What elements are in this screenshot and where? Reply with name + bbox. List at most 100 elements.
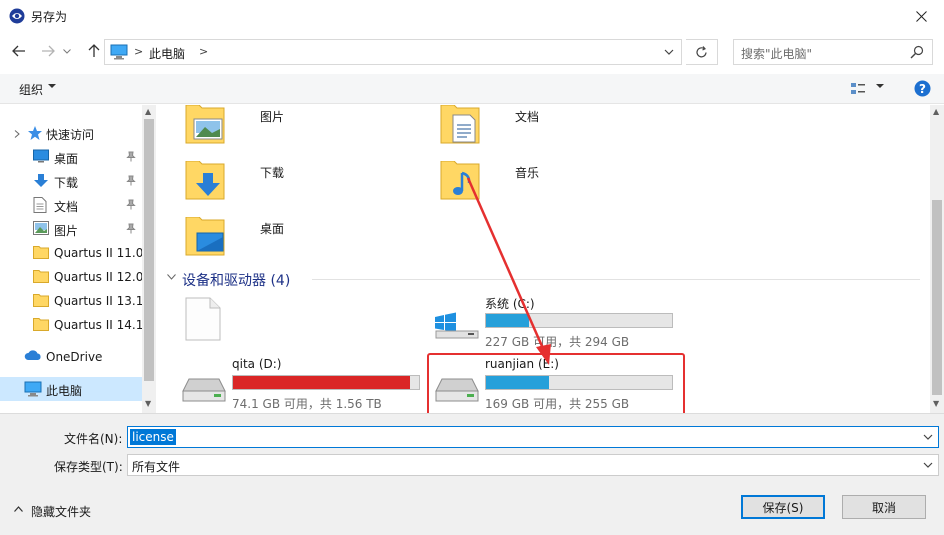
refresh-icon	[696, 45, 707, 57]
computer-icon	[110, 44, 128, 60]
arrow-right-icon	[42, 45, 55, 57]
close-icon	[915, 10, 927, 22]
folder-label: 下载	[260, 166, 285, 180]
filename-value[interactable]: license	[130, 429, 176, 445]
cancel-button[interactable]: 取消	[842, 495, 926, 519]
sidebar-item-label: 文档	[54, 200, 79, 214]
sidebar-item-quick-access[interactable]: 快速访问	[0, 121, 142, 145]
sidebar-item-documents[interactable]: 文档	[0, 193, 142, 217]
save-button[interactable]: 保存(S)	[741, 495, 825, 519]
chevron-right-icon[interactable]	[14, 130, 20, 138]
filetype-label: 保存类型(T):	[54, 460, 123, 474]
documents-folder-icon	[440, 105, 480, 144]
folder-item-pictures[interactable]: 图片	[185, 105, 425, 155]
back-button[interactable]	[9, 41, 29, 61]
window-title: 另存为	[31, 10, 68, 24]
pin-icon	[126, 175, 136, 186]
star-icon	[28, 126, 42, 140]
sidebar-item-label: 桌面	[54, 152, 79, 166]
caret-down-icon[interactable]	[48, 82, 56, 90]
drive-name: qita (D:)	[232, 357, 282, 371]
sidebar-item-label: 此电脑	[46, 384, 83, 398]
organize-menu-button[interactable]: 组织	[19, 81, 43, 98]
hide-folders-label: 隐藏文件夹	[31, 505, 92, 519]
chevron-down-icon[interactable]	[167, 274, 176, 280]
sidebar-scrollbar[interactable]: ▲ ▼	[142, 105, 156, 413]
scroll-up-icon[interactable]: ▲	[933, 107, 939, 116]
section-divider	[312, 279, 920, 280]
sidebar-item-quartus-13[interactable]: Quartus II 13.1	[0, 289, 143, 313]
drive-item-unnamed[interactable]	[185, 297, 245, 343]
scroll-up-icon[interactable]: ▲	[145, 107, 151, 116]
sidebar-item-label: OneDrive	[46, 350, 103, 364]
drive-usage-bar	[485, 313, 673, 328]
drive-usage-fill	[486, 314, 529, 327]
sidebar-item-quartus-12[interactable]: Quartus II 12.0	[0, 265, 143, 289]
music-folder-icon	[440, 161, 480, 200]
sidebar-item-onedrive[interactable]: OneDrive	[0, 345, 142, 369]
scroll-down-icon[interactable]: ▼	[933, 399, 939, 408]
arrow-left-icon	[12, 45, 25, 57]
folder-icon	[33, 270, 49, 283]
close-button[interactable]	[898, 0, 944, 32]
windows-drive-icon	[435, 312, 479, 339]
blank-file-icon	[185, 297, 221, 341]
recent-locations-button[interactable]	[60, 41, 74, 61]
folder-item-desktop[interactable]: 桌面	[185, 217, 425, 267]
chevron-down-icon	[63, 48, 71, 54]
address-dropdown-icon[interactable]	[663, 45, 675, 59]
up-button[interactable]	[84, 41, 104, 61]
chevron-right-icon: >	[134, 45, 144, 58]
sidebar-item-quartus-14[interactable]: Quartus II 14.1	[0, 313, 143, 337]
drive-item-c[interactable]: 系统 (C:) 227 GB 可用，共 294 GB	[410, 295, 680, 349]
devices-section-header[interactable]: 设备和驱动器 (4)	[167, 268, 920, 290]
filename-input[interactable]: license	[127, 426, 939, 448]
hard-drive-icon	[182, 378, 226, 402]
search-input[interactable]: 搜索"此电脑"	[741, 45, 812, 62]
folder-label: 桌面	[260, 222, 285, 236]
folder-icon	[33, 318, 49, 331]
desktop-icon	[33, 149, 49, 163]
folder-item-downloads[interactable]: 下载	[185, 161, 425, 211]
sidebar-item-quartus-11[interactable]: Quartus II 11.0	[0, 241, 143, 265]
scrollbar-thumb[interactable]	[144, 119, 154, 381]
search-icon	[910, 45, 924, 59]
sidebar-item-downloads[interactable]: 下载	[0, 169, 142, 193]
sidebar-item-pictures[interactable]: 图片	[0, 217, 142, 241]
filetype-select[interactable]: 所有文件	[127, 454, 939, 476]
folder-icon	[33, 246, 49, 259]
refresh-button[interactable]	[686, 39, 718, 65]
change-view-icon[interactable]	[850, 81, 866, 97]
search-box[interactable]: 搜索"此电脑"	[733, 39, 933, 65]
folder-item-documents[interactable]: 文档	[440, 105, 680, 155]
picture-icon	[33, 221, 49, 235]
chevron-down-icon[interactable]	[922, 459, 934, 471]
sidebar-item-desktop[interactable]: 桌面	[0, 145, 142, 169]
scroll-down-icon[interactable]: ▼	[145, 399, 151, 408]
svg-text:?: ?	[919, 82, 926, 96]
address-bar[interactable]: > 此电脑 >	[104, 39, 682, 65]
pictures-folder-icon	[185, 105, 225, 144]
navigation-bar: > 此电脑 > 搜索"此电脑"	[0, 34, 944, 68]
drive-item-d[interactable]: qita (D:) 74.1 GB 可用，共 1.56 TB	[157, 357, 427, 411]
download-icon	[34, 174, 48, 187]
scrollbar-thumb[interactable]	[932, 200, 942, 395]
folder-label: 文档	[515, 110, 540, 124]
pin-icon	[126, 151, 136, 162]
file-list-scrollbar[interactable]: ▲ ▼	[930, 105, 944, 413]
drive-free-space: 74.1 GB 可用，共 1.56 TB	[232, 397, 382, 411]
app-icon	[9, 8, 25, 24]
chevron-down-icon[interactable]	[922, 431, 934, 443]
folder-label: 图片	[260, 110, 285, 124]
drive-usage-bar	[232, 375, 420, 390]
forward-button[interactable]	[38, 41, 58, 61]
caret-down-icon[interactable]	[876, 82, 884, 90]
command-toolbar: 组织 ?	[0, 74, 944, 104]
sidebar-item-this-pc[interactable]: 此电脑	[0, 377, 142, 401]
folder-item-music[interactable]: 音乐	[440, 161, 680, 211]
folder-label: 音乐	[515, 166, 540, 180]
help-icon[interactable]: ?	[914, 80, 931, 97]
folder-icon	[33, 294, 49, 307]
chevron-right-icon[interactable]: >	[199, 45, 208, 58]
breadcrumb-this-pc[interactable]: 此电脑	[149, 45, 185, 62]
